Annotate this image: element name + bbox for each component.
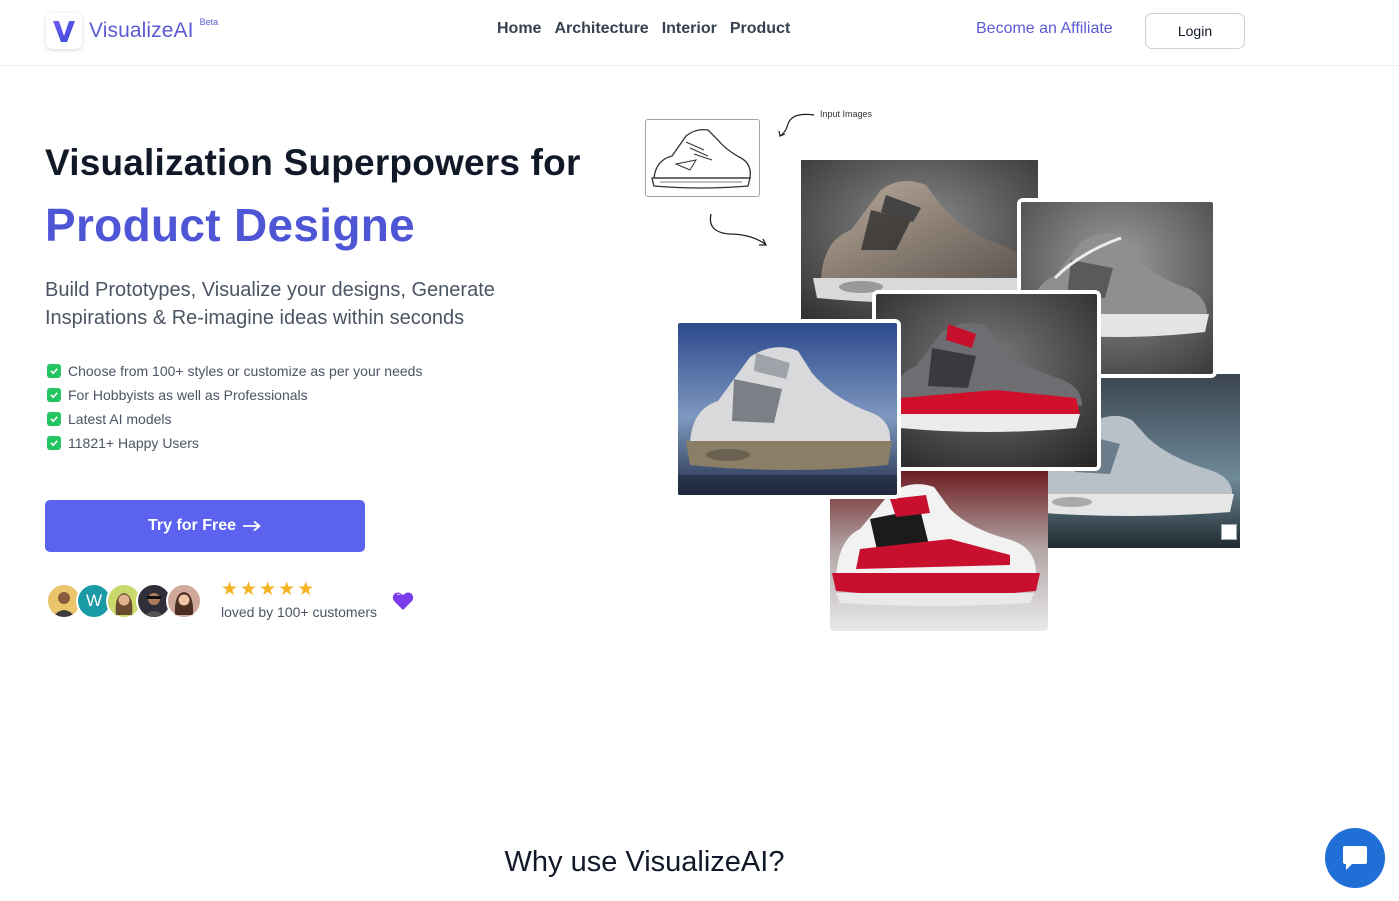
avatar: [166, 583, 202, 619]
checkbox-checked-icon: [47, 436, 61, 450]
brand-name: VisualizeAI: [89, 19, 194, 42]
try-for-free-button[interactable]: Try for Free: [45, 500, 365, 552]
nav-architecture[interactable]: Architecture: [554, 20, 648, 38]
star-icon: ★: [221, 579, 239, 600]
generated-shoe-image: [674, 319, 901, 499]
image-corner-marker: [1221, 524, 1237, 540]
feature-text: Choose from 100+ styles or customize as …: [68, 363, 423, 379]
why-use-heading: Why use VisualizeAI?: [504, 846, 785, 878]
feature-list: Choose from 100+ styles or customize as …: [47, 359, 422, 455]
input-sketch-image: [645, 119, 760, 197]
customer-avatars: W: [46, 583, 202, 619]
star-icon: ★: [297, 579, 315, 600]
checkbox-checked-icon: [47, 364, 61, 378]
feature-item: Latest AI models: [47, 407, 422, 431]
hero-subtitle: Build Prototypes, Visualize your designs…: [45, 279, 495, 329]
feature-item: 11821+ Happy Users: [47, 431, 422, 455]
feature-item: Choose from 100+ styles or customize as …: [47, 359, 422, 383]
star-icon: ★: [278, 579, 296, 600]
input-images-label: Input Images: [820, 109, 873, 119]
star-icon: ★: [240, 579, 258, 600]
checkbox-checked-icon: [47, 412, 61, 426]
chat-widget-button[interactable]: [1325, 828, 1385, 888]
main-nav: Home Architecture Interior Product: [497, 20, 790, 38]
arrow-right-icon: [243, 520, 261, 532]
chat-bubble-icon: [1343, 846, 1367, 870]
hero-title-highlight: Product Designe: [45, 199, 416, 251]
hero-title: Visualization Superpowers for: [45, 142, 581, 183]
nav-interior[interactable]: Interior: [662, 20, 717, 38]
nav-home[interactable]: Home: [497, 20, 541, 38]
cta-label: Try for Free: [147, 517, 237, 534]
become-affiliate-link[interactable]: Become an Affiliate: [976, 20, 1113, 38]
nav-product[interactable]: Product: [730, 20, 790, 38]
generated-shoe-image: [872, 290, 1101, 471]
avatar-letter: W: [85, 591, 103, 610]
curved-arrow-icon: [778, 113, 815, 137]
beta-badge: Beta: [199, 17, 219, 27]
checkbox-checked-icon: [47, 388, 61, 402]
curved-arrow-icon: [709, 213, 768, 246]
feature-item: For Hobbyists as well as Professionals: [47, 383, 422, 407]
login-button[interactable]: Login: [1145, 13, 1245, 49]
feature-text: For Hobbyists as well as Professionals: [68, 387, 308, 403]
top-navbar: VisualizeAI Beta Home Architecture Inter…: [0, 0, 1399, 66]
star-icon: ★: [259, 579, 277, 600]
loved-by-text: loved by 100+ customers: [221, 604, 378, 620]
feature-text: Latest AI models: [68, 411, 172, 427]
brand-logo[interactable]: VisualizeAI Beta: [46, 13, 218, 49]
rating-stars: ★ ★ ★ ★ ★: [221, 580, 314, 600]
feature-text: 11821+ Happy Users: [68, 435, 199, 451]
visualizeai-logo-icon: [46, 13, 82, 49]
purple-heart-icon: [392, 591, 414, 616]
